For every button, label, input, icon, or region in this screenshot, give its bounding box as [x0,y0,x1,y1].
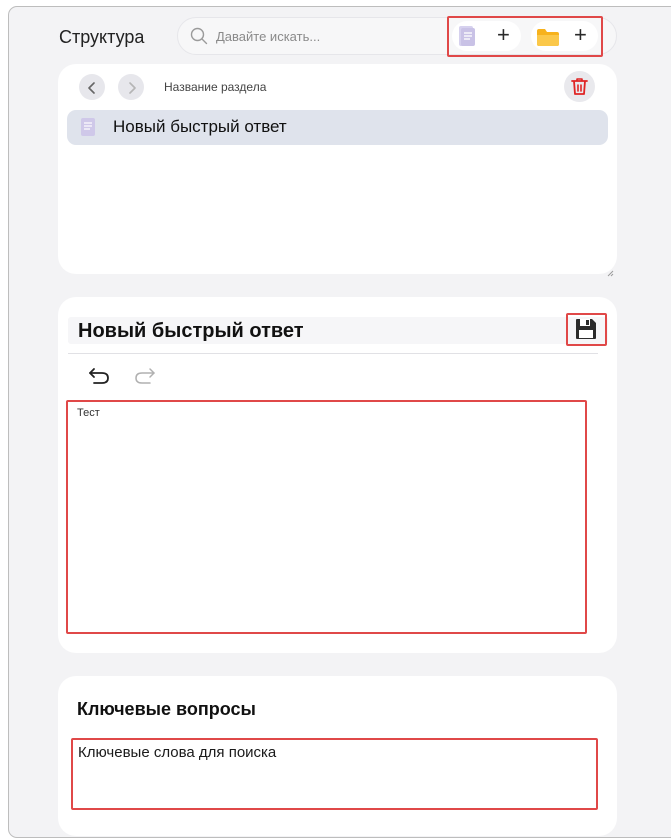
add-folder-button[interactable]: + [531,21,598,51]
chevron-left-icon [87,81,97,99]
redo-icon[interactable] [134,367,156,390]
tree-item-label: Новый быстрый ответ [113,117,287,136]
tree-item[interactable]: Новый быстрый ответ [67,110,608,145]
editor-divider [68,353,598,354]
document-icon [80,117,96,142]
structure-panel [58,64,617,274]
save-icon[interactable] [574,317,598,346]
chevron-right-icon [127,81,137,99]
editor-content-text: Тест [77,407,100,419]
search-icon [190,27,208,50]
resize-handle-icon[interactable] [606,264,614,282]
keywords-title: Ключевые вопросы [77,699,256,719]
delete-button[interactable] [564,71,595,102]
section-name: Название раздела [164,80,267,94]
document-icon [458,25,476,52]
back-button[interactable] [79,74,105,100]
search-input[interactable] [216,18,436,54]
trash-icon [571,77,588,101]
editor-title: Новый быстрый ответ [78,320,304,342]
keywords-input[interactable]: Ключевые слова для поиска [78,744,276,761]
forward-button[interactable] [118,74,144,100]
add-document-plus: + [497,22,510,47]
structure-title: Структура [59,27,145,47]
add-document-button[interactable]: + [452,21,521,51]
add-folder-plus: + [574,22,587,47]
editor-content-area[interactable] [66,400,587,634]
undo-icon[interactable] [88,367,110,390]
folder-icon [536,27,560,52]
